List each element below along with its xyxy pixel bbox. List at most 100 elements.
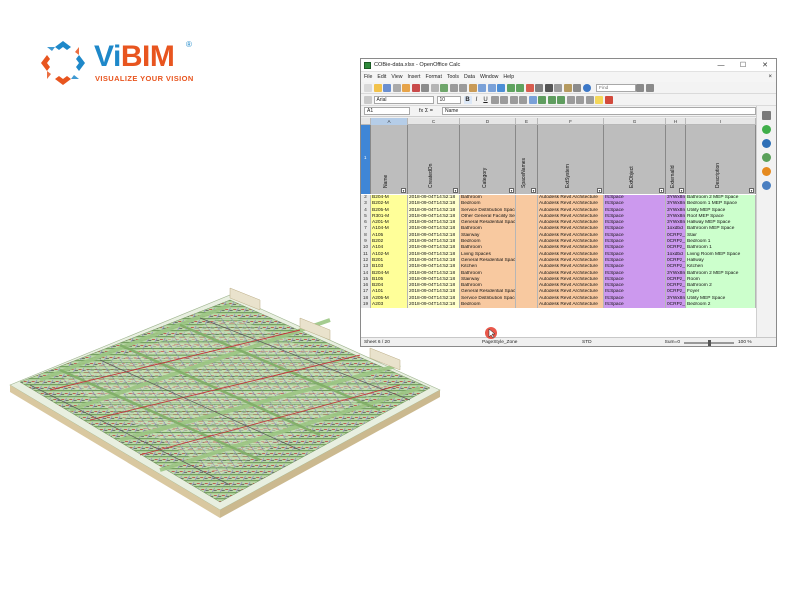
column-header-g[interactable]: G [604, 118, 666, 125]
find-input[interactable]: Find [596, 83, 636, 92]
styles-icon[interactable] [762, 153, 771, 162]
align-center-icon[interactable] [500, 95, 508, 104]
cell-category[interactable]: Bedroom [460, 302, 516, 309]
autofilter-dropdown-icon[interactable]: ▾ [509, 188, 514, 193]
zoom-icon[interactable] [573, 83, 581, 92]
gallery-toolbar-icon[interactable] [563, 83, 572, 92]
menu-file[interactable]: File [364, 74, 372, 80]
autofilter-dropdown-icon[interactable]: ▾ [597, 188, 602, 193]
field-ext-object[interactable]: ExtObject ▾ [604, 125, 666, 194]
print-icon[interactable] [421, 83, 429, 92]
cell-space-names[interactable] [516, 302, 538, 309]
increase-indent-icon[interactable] [576, 95, 584, 104]
field-description[interactable]: Description ▾ [686, 125, 756, 194]
cut-icon[interactable] [449, 83, 458, 92]
cell-description[interactable]: Bedroom 2 [686, 302, 756, 309]
menu-tools[interactable]: Tools [447, 74, 459, 80]
menu-help[interactable]: Help [503, 74, 514, 80]
borders-icon[interactable] [585, 95, 594, 104]
sort-descending-icon[interactable] [516, 83, 524, 92]
hyperlink-icon[interactable] [497, 83, 505, 92]
field-created-on[interactable]: CreatedOn ▾ [408, 125, 460, 194]
zoom-slider[interactable] [684, 339, 734, 346]
close-button[interactable]: ✕ [754, 59, 776, 72]
align-right-icon[interactable] [509, 95, 518, 104]
navigator-toolbar-icon[interactable] [554, 83, 562, 92]
export-pdf-icon[interactable] [411, 83, 420, 92]
minimize-button[interactable]: — [710, 59, 732, 72]
autofilter-dropdown-icon[interactable]: ▾ [679, 188, 684, 193]
autofilter-dropdown-icon[interactable]: ▾ [453, 188, 458, 193]
find-next-icon[interactable] [636, 83, 644, 92]
cell-name[interactable]: A203 [371, 302, 408, 309]
menu-format[interactable]: Format [425, 74, 441, 80]
decrease-indent-icon[interactable] [566, 95, 575, 104]
save-icon[interactable] [383, 83, 391, 92]
bold-button[interactable]: B [463, 95, 472, 104]
field-ext-system[interactable]: ExtSystem ▾ [538, 125, 604, 194]
paste-icon[interactable] [468, 83, 477, 92]
edit-file-icon[interactable] [402, 83, 410, 92]
sort-ascending-icon[interactable] [506, 83, 515, 92]
undo-icon[interactable] [478, 83, 486, 92]
align-left-icon[interactable] [490, 95, 499, 104]
maximize-button[interactable]: ☐ [732, 59, 754, 72]
styles-formatting-icon[interactable] [364, 95, 372, 104]
autofilter-dropdown-icon[interactable]: ▾ [659, 188, 664, 193]
column-header-d[interactable]: D [460, 118, 516, 125]
arrow-icon[interactable] [762, 111, 771, 120]
column-header-h[interactable]: H [666, 118, 686, 125]
name-box[interactable]: A1 [364, 107, 410, 115]
currency-format-icon[interactable] [538, 95, 546, 104]
menu-view[interactable]: View [391, 74, 402, 80]
column-header-c[interactable]: C [408, 118, 460, 125]
copy-icon[interactable] [459, 83, 467, 92]
corner-select-all[interactable] [361, 118, 371, 125]
italic-button[interactable]: I [473, 96, 481, 104]
properties-icon[interactable] [762, 167, 771, 176]
underline-button[interactable]: U [482, 96, 490, 104]
cell-created-on[interactable]: 2018-09-04T14:52:18 [408, 302, 460, 309]
column-header-a[interactable]: A [371, 118, 408, 125]
cell-ext-system[interactable]: Autodesk Revit Architecture [538, 302, 604, 309]
status-page-style[interactable]: PageStyle_Zone [482, 340, 582, 345]
page-preview-icon[interactable] [430, 83, 439, 92]
find-replace-icon[interactable] [544, 83, 553, 92]
column-header-f[interactable]: F [538, 118, 604, 125]
menu-edit[interactable]: Edit [377, 74, 386, 80]
zoom-slider-knob[interactable] [708, 339, 711, 346]
column-header-i[interactable]: I [686, 118, 756, 125]
font-name-select[interactable]: Arial [373, 95, 434, 104]
navigator-icon[interactable] [762, 125, 771, 134]
field-category[interactable]: Category ▾ [460, 125, 516, 194]
row-header-1[interactable]: 1 [361, 125, 371, 194]
find-previous-icon[interactable] [645, 83, 654, 92]
redo-icon[interactable] [487, 83, 496, 92]
draw-functions-icon[interactable] [535, 83, 543, 92]
cell-external-id[interactable]: 0CRPz_ [666, 302, 686, 309]
status-zoom-level[interactable]: 100 % [738, 340, 752, 345]
status-selection-mode[interactable]: STD [582, 340, 610, 345]
font-size-select[interactable]: 10 [436, 95, 461, 104]
open-folder-icon[interactable] [373, 83, 382, 92]
menu-insert[interactable]: Insert [407, 74, 420, 80]
help-icon[interactable] [582, 83, 591, 92]
formula-input[interactable]: Name [442, 107, 756, 115]
function-wizard-icons[interactable]: fx Σ = [410, 108, 442, 114]
autofilter-dropdown-icon[interactable]: ▾ [401, 188, 406, 193]
email-icon[interactable] [392, 83, 401, 92]
column-header-e[interactable]: E [516, 118, 538, 125]
close-document-button[interactable]: × [768, 74, 772, 80]
background-color-icon[interactable] [595, 95, 603, 104]
justify-icon[interactable] [519, 95, 527, 104]
spellcheck-icon[interactable] [440, 83, 448, 92]
number-format-icon[interactable] [557, 95, 565, 104]
font-color-icon[interactable] [604, 95, 613, 104]
spreadsheet-grid[interactable]: A C D E F G H I 1 Name ▾ CreatedOn ▾ Categ… [361, 118, 756, 346]
functions-icon[interactable] [762, 181, 771, 190]
autofilter-dropdown-icon[interactable]: ▾ [531, 188, 536, 193]
menu-data[interactable]: Data [464, 74, 475, 80]
field-external-id[interactable]: ExternalId ▾ [666, 125, 686, 194]
field-name[interactable]: Name ▾ [371, 125, 408, 194]
row-number[interactable]: 19 [361, 302, 371, 309]
